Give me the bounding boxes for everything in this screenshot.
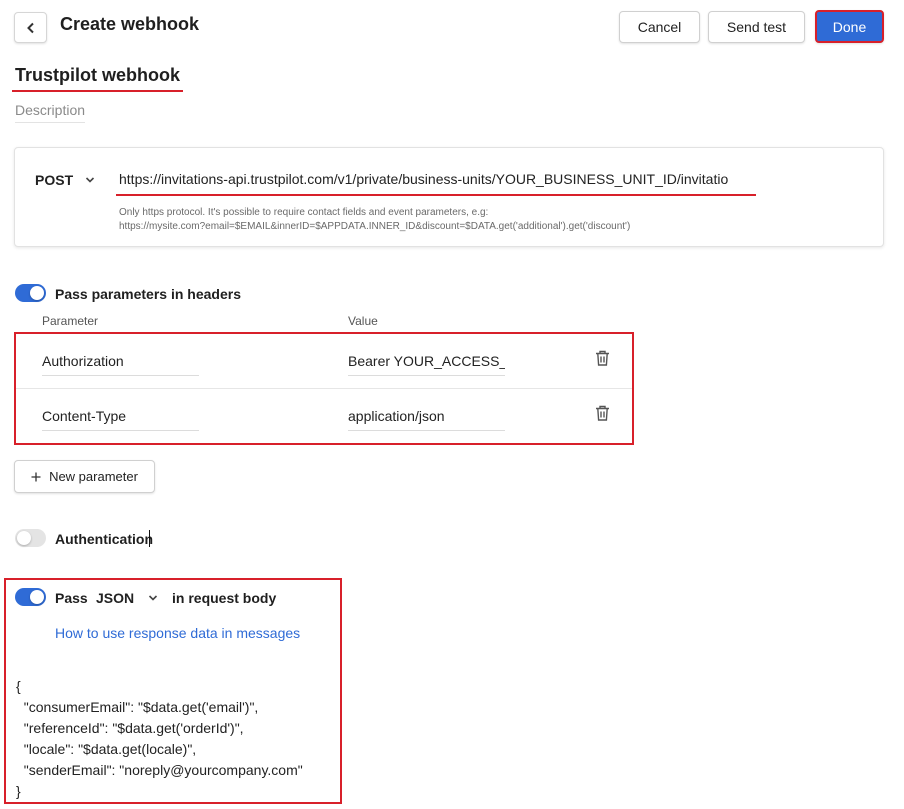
parameter-key-input[interactable]: Content-Type (42, 408, 199, 431)
trash-icon[interactable] (595, 405, 610, 421)
page-title: Create webhook (60, 14, 200, 34)
url-highlight-underline (116, 194, 756, 196)
body-toggle[interactable] (15, 588, 46, 606)
json-body-editor[interactable]: { "consumerEmail": "$data.get('email')",… (16, 676, 303, 802)
done-button[interactable]: Done (815, 10, 884, 43)
url-hint-line-2: https://mysite.com?email=$EMAIL&innerID=… (119, 221, 631, 232)
toggle-knob (17, 531, 31, 545)
method-value: POST (35, 172, 74, 188)
response-data-help-link[interactable]: How to use response data in messages (55, 625, 300, 641)
description-input[interactable]: Description (15, 102, 85, 123)
plus-icon (31, 472, 41, 481)
url-hint-line-1: Only https protocol. It's possible to re… (119, 207, 489, 218)
chevron-down-icon (149, 595, 158, 601)
request-url-card: POST https://invitations-api.trustpilot.… (14, 147, 884, 247)
in-request-body-label: in request body (172, 590, 277, 606)
parameter-row: Authorization Bearer YOUR_ACCESS_T (16, 334, 632, 389)
new-parameter-button[interactable]: New parameter (14, 460, 155, 493)
authentication-label: Authentication (55, 531, 153, 547)
pass-label: Pass (55, 590, 88, 606)
headers-label: Pass parameters in headers (55, 286, 241, 302)
url-hint: Only https protocol. It's possible to re… (119, 206, 630, 234)
trash-icon[interactable] (595, 350, 610, 366)
new-parameter-label: New parameter (49, 469, 138, 484)
headers-toggle[interactable] (15, 284, 46, 302)
webhook-name-input[interactable]: Trustpilot webhook (15, 65, 180, 86)
toggle-knob (30, 286, 44, 300)
body-format-select[interactable]: JSON (96, 590, 158, 606)
name-highlight-underline (12, 90, 183, 92)
parameters-table: Authorization Bearer YOUR_ACCESS_T Conte… (14, 332, 634, 445)
parameter-key-input[interactable]: Authorization (42, 353, 199, 376)
toggle-knob (30, 590, 44, 604)
parameter-value-input[interactable]: Bearer YOUR_ACCESS_T (348, 353, 505, 376)
method-select[interactable]: POST (35, 172, 95, 188)
cancel-button[interactable]: Cancel (619, 11, 700, 43)
chevron-left-icon (26, 22, 34, 33)
parameter-column-header: Parameter (42, 314, 99, 328)
send-test-button[interactable]: Send test (708, 11, 805, 43)
url-input[interactable]: https://invitations-api.trustpilot.com/v… (119, 171, 757, 187)
value-column-header: Value (348, 314, 378, 328)
body-format-value: JSON (96, 590, 135, 606)
parameter-value-input[interactable]: application/json (348, 408, 505, 431)
chevron-down-icon (86, 177, 95, 183)
back-button[interactable] (14, 12, 47, 43)
authentication-toggle[interactable] (15, 529, 46, 547)
text-cursor (149, 530, 150, 547)
parameter-row: Content-Type application/json (16, 389, 632, 444)
